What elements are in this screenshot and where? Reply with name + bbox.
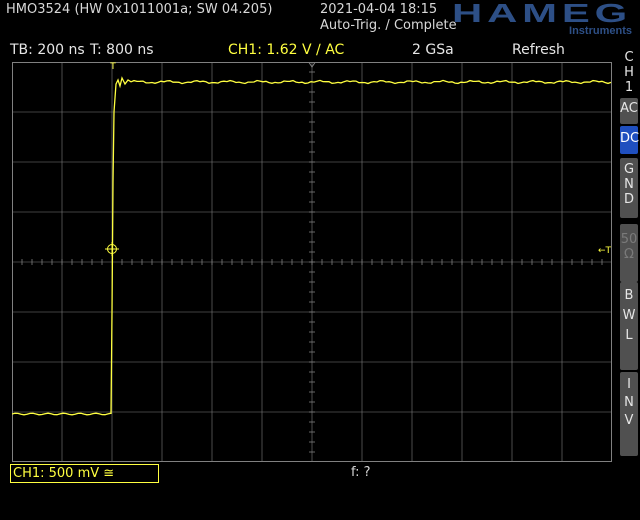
button-char: G (623, 162, 635, 177)
coupling-ac-button[interactable]: AC (620, 98, 638, 124)
button-char: W (622, 308, 636, 323)
button-char: N (624, 177, 634, 192)
scope-display[interactable]: T ←T 1 (12, 62, 612, 462)
side-menu-channel-label: C H 1 (620, 48, 638, 95)
hameg-logo: HAMEG Instruments (452, 0, 632, 36)
button-char: V (624, 413, 634, 428)
impedance-50ohm-button[interactable]: 50 Ω (620, 224, 638, 282)
model-info: HMO3524 (HW 0x1011001a; SW 04.205) (6, 2, 273, 17)
button-char: D (623, 192, 634, 207)
bandwidth-limit-button[interactable]: B W L (620, 282, 638, 370)
invert-button[interactable]: I N V (620, 372, 638, 456)
logo-subtext: Instruments (569, 25, 632, 36)
datetime: 2021-04-04 18:15 (320, 2, 438, 17)
channel-setting-readout[interactable]: CH1: 1.62 V ∕ AC (228, 42, 344, 58)
sample-rate-readout: 2 GSa (412, 42, 454, 58)
timebase-readout[interactable]: TB: 200 ns (10, 42, 85, 58)
trigger-position-marker: T (109, 62, 116, 72)
coupling-gnd-button[interactable]: G N D (620, 158, 638, 218)
button-char: 50 (620, 232, 638, 247)
frequency-readout: f: ? (351, 465, 371, 480)
acquisition-mode[interactable]: Refresh (512, 42, 565, 58)
trigger-status: Auto-Trig. / Complete (320, 18, 457, 33)
button-char: L (625, 328, 633, 343)
button-label: AC (620, 101, 638, 116)
coupling-dc-button[interactable]: DC (620, 126, 640, 154)
ch1-scale-box[interactable]: CH1: 500 mV ≅ (10, 464, 159, 483)
status-block: 2021-04-04 18:15 Auto-Trig. / Complete (320, 2, 457, 34)
side-menu-char: H (624, 65, 634, 80)
button-char: I (627, 377, 631, 392)
logo-text: HAMEG (452, 0, 632, 28)
button-char: N (624, 395, 634, 410)
side-menu-char: C (624, 50, 634, 65)
button-char: Ω (624, 247, 634, 262)
trigger-level-marker: ←T (598, 246, 612, 256)
button-char: B (624, 288, 634, 303)
trigger-time-readout[interactable]: T: 800 ns (90, 42, 154, 58)
side-menu-char: 1 (624, 80, 634, 95)
button-label: DC (620, 131, 640, 146)
